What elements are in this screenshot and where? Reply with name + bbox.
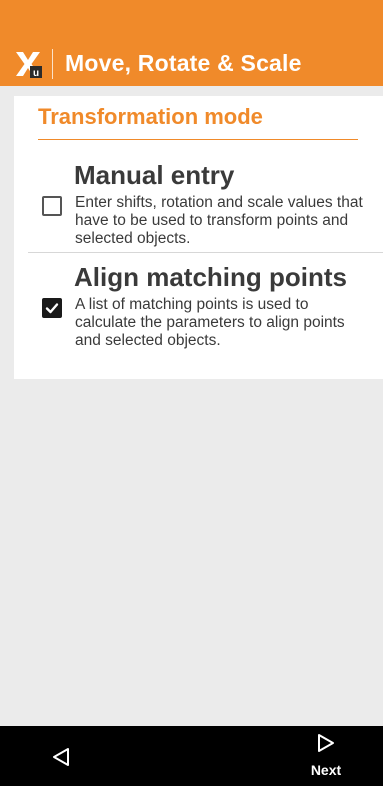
section-divider	[38, 139, 358, 140]
next-label: Next	[310, 762, 342, 778]
bottom-nav-bar: Next	[0, 726, 383, 786]
app-bar: u Move, Rotate & Scale	[0, 41, 383, 86]
status-bar	[0, 0, 383, 41]
align-matching-points-checkbox[interactable]	[42, 298, 62, 318]
app-title: Move, Rotate & Scale	[65, 50, 302, 76]
app-logo-icon: u	[14, 50, 42, 79]
section-title: Transformation mode	[38, 104, 263, 129]
option-description: Enter shifts, rotation and scale values …	[75, 194, 363, 247]
transformation-mode-card: Transformation mode Manual entry Enter s…	[14, 96, 383, 379]
option-description: A list of matching points is used to cal…	[75, 296, 345, 349]
app-bar-divider	[52, 48, 53, 79]
back-triangle-icon[interactable]	[50, 746, 72, 768]
option-title: Manual entry	[74, 160, 235, 190]
next-triangle-icon	[318, 734, 334, 752]
next-button[interactable]: Next	[304, 732, 348, 782]
checkmark-icon	[45, 303, 59, 314]
option-divider	[28, 252, 383, 253]
svg-text:u: u	[33, 68, 39, 78]
option-title: Align matching points	[74, 262, 347, 292]
manual-entry-checkbox[interactable]	[42, 196, 62, 216]
